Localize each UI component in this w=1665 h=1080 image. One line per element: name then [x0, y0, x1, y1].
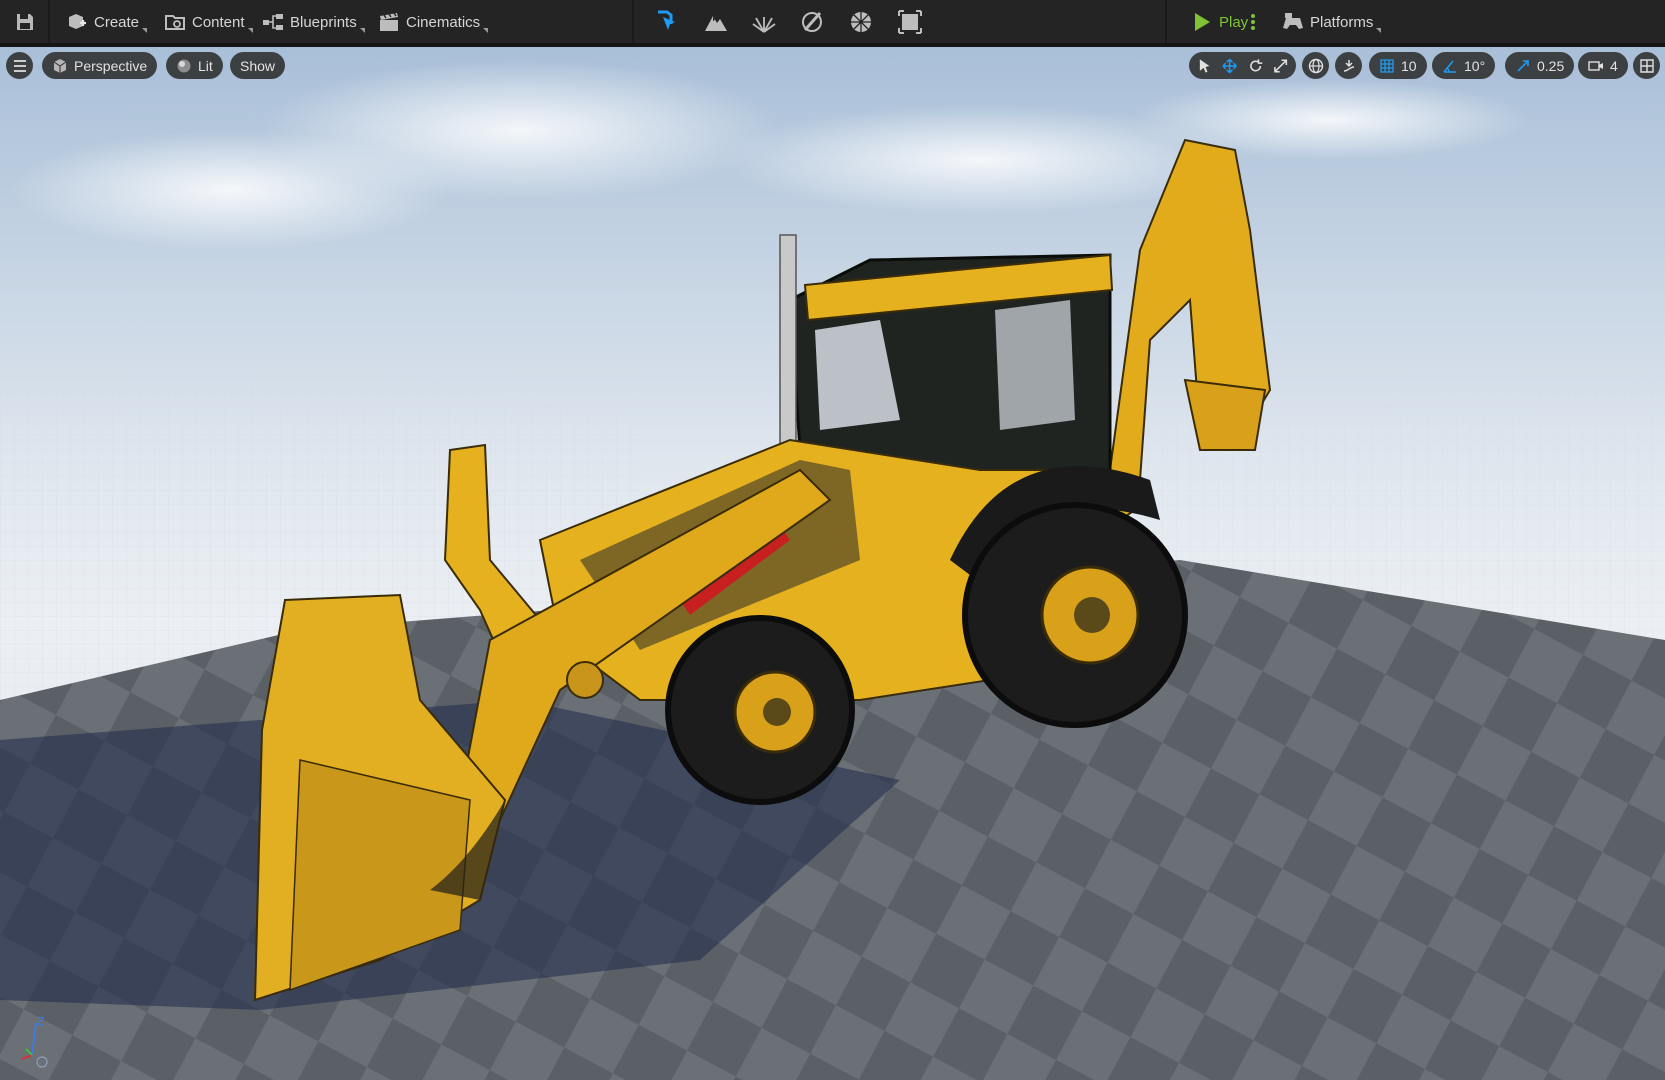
play-icon	[1195, 13, 1210, 31]
surface-snap-icon	[1343, 59, 1354, 72]
level-viewport[interactable]: Z	[0, 47, 1665, 1080]
scale-snap-value: 0.25	[1537, 57, 1565, 74]
lighting-mode-lit-button[interactable]: Lit	[166, 52, 223, 79]
chevron-down-icon	[1376, 28, 1382, 33]
hamburger-menu-icon	[13, 59, 26, 72]
gamepad-icon	[1283, 13, 1303, 29]
toolbar-divider	[632, 0, 634, 43]
perspective-cube-icon	[53, 58, 67, 73]
camera-icon	[1588, 60, 1603, 71]
camera-speed-button[interactable]: 4	[1578, 52, 1628, 79]
rotate-icon[interactable]	[1248, 58, 1263, 74]
viewport-scene	[0, 60, 1665, 1080]
chevron-down-icon	[142, 28, 148, 33]
scale-snap-button[interactable]: 0.25	[1505, 52, 1575, 79]
landscape-mode-icon[interactable]	[703, 9, 729, 35]
world-axis-gizmo: Z	[21, 1015, 48, 1068]
create-label: Create	[94, 13, 140, 31]
chevron-down-icon	[247, 28, 253, 33]
blueprints-icon	[263, 14, 283, 30]
camera-speed-value: 4	[1610, 57, 1618, 74]
globe-icon	[1308, 58, 1323, 73]
main-toolbar: Create Content Blueprints Cinematics Pla…	[0, 0, 1665, 45]
cinematics-label: Cinematics	[406, 13, 481, 31]
chevron-down-icon	[483, 28, 489, 33]
grid-snap-value: 10	[1401, 57, 1417, 74]
scale-snap-icon	[1517, 59, 1529, 72]
surface-snapping-button[interactable]	[1335, 52, 1362, 79]
show-label: Show	[240, 57, 276, 74]
play-label: Play	[1219, 13, 1249, 31]
modeling-mode-icon[interactable]	[897, 9, 923, 35]
play-options-button[interactable]	[1250, 6, 1264, 38]
viewport-layout-button[interactable]	[1633, 52, 1660, 79]
content-menu-button[interactable]: Content	[158, 6, 253, 38]
select-mode-icon[interactable]	[654, 9, 680, 35]
create-menu-button[interactable]: Create	[60, 6, 148, 38]
rotation-snap-value: 10°	[1464, 57, 1486, 74]
platforms-menu-button[interactable]: Platforms	[1276, 6, 1382, 38]
viewport-options-button[interactable]	[6, 52, 33, 79]
view-mode-label: Perspective	[74, 57, 148, 74]
show-flags-button[interactable]: Show	[230, 52, 286, 79]
clapperboard-icon	[380, 12, 398, 31]
content-folder-icon	[165, 15, 185, 30]
toolbar-divider	[48, 0, 50, 43]
angle-snap-icon	[1443, 60, 1456, 73]
layout-grid-icon	[1639, 58, 1654, 73]
foliage-mode-icon[interactable]	[751, 9, 777, 35]
cinematics-menu-button[interactable]: Cinematics	[372, 6, 489, 38]
lit-sphere-icon	[177, 59, 191, 72]
transform-tools-group	[1189, 52, 1296, 79]
play-button[interactable]: Play	[1185, 6, 1254, 38]
save-button[interactable]	[8, 6, 42, 38]
content-label: Content	[192, 13, 245, 31]
chevron-down-icon	[359, 28, 365, 33]
lighting-mode-label: Lit	[198, 57, 213, 74]
grid-snap-button[interactable]: 10	[1369, 52, 1427, 79]
blueprints-label: Blueprints	[290, 13, 357, 31]
save-icon	[17, 14, 33, 30]
rotation-snap-button[interactable]: 10°	[1432, 52, 1496, 79]
toolbar-divider	[1165, 0, 1167, 43]
translate-move-icon[interactable]	[1222, 58, 1238, 74]
create-cube-icon	[69, 14, 86, 29]
select-cursor-icon[interactable]	[1197, 58, 1212, 74]
coordinate-space-world-button[interactable]	[1302, 52, 1329, 79]
grid-snap-icon	[1380, 58, 1394, 73]
fracture-mode-icon[interactable]	[848, 9, 874, 35]
svg-text:Z: Z	[37, 1015, 45, 1028]
scale-icon[interactable]	[1273, 58, 1288, 74]
platforms-label: Platforms	[1310, 13, 1374, 31]
mesh-paint-mode-icon[interactable]	[799, 9, 825, 35]
blueprints-menu-button[interactable]: Blueprints	[256, 6, 365, 38]
view-mode-perspective-button[interactable]: Perspective	[42, 52, 158, 79]
kebab-menu-icon	[1251, 14, 1255, 30]
